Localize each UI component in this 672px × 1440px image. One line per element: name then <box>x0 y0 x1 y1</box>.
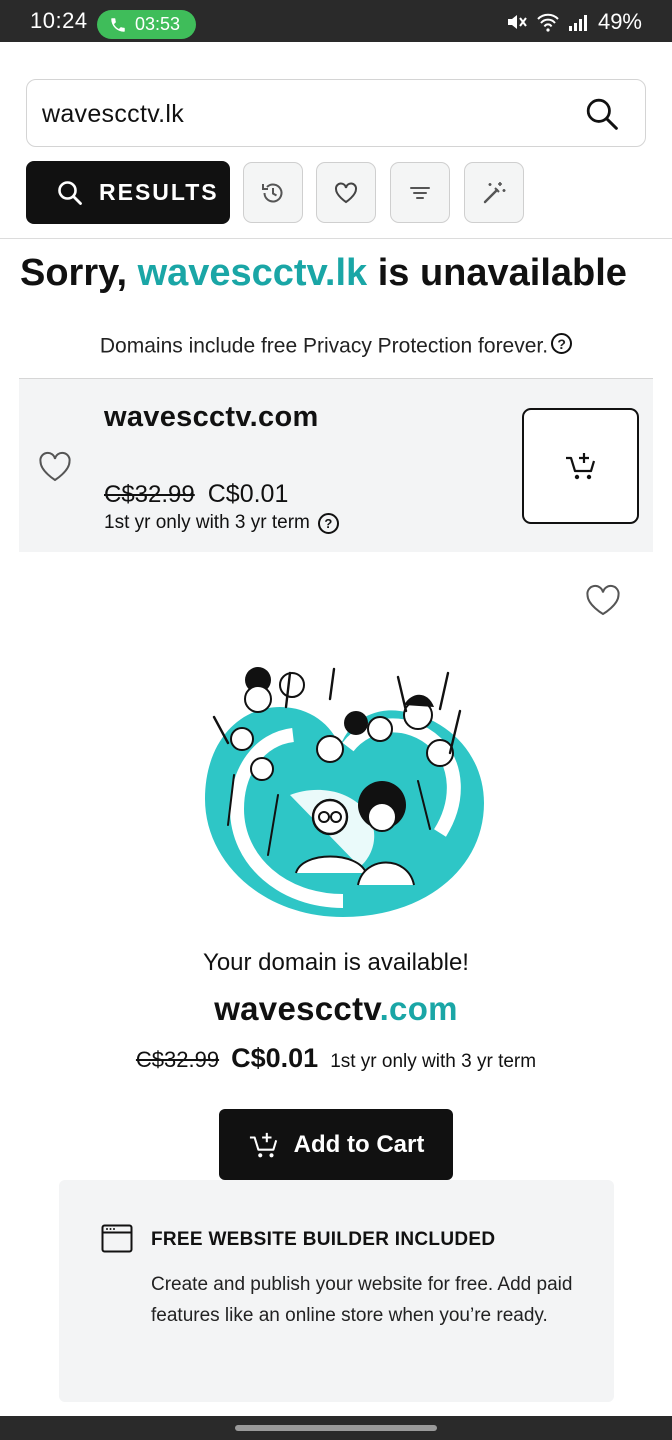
add-to-cart-button[interactable] <box>522 408 639 524</box>
promo-term: 1st yr only with 3 yr term <box>330 1051 537 1072</box>
signal-icon <box>568 15 587 31</box>
add-to-cart-button[interactable]: Add to Cart <box>219 1109 453 1180</box>
ai-suggest-button[interactable] <box>464 162 524 223</box>
ongoing-call-pill[interactable]: 03:53 <box>97 10 196 39</box>
builder-description: Create and publish your website for free… <box>151 1274 573 1326</box>
cart-plus-icon <box>249 1132 277 1157</box>
filter-button[interactable] <box>390 162 450 223</box>
history-button[interactable] <box>243 162 303 223</box>
result-old-price: C$32.99 <box>104 481 195 508</box>
promo-domain: wavescctv.com <box>0 990 672 1028</box>
add-to-cart-label: Add to Cart <box>293 1130 425 1158</box>
search-icon <box>58 180 82 205</box>
filter-icon <box>410 186 430 199</box>
cart-plus-icon <box>565 453 595 480</box>
promo-new-price: C$0.01 <box>231 1043 319 1073</box>
title-prefix: Sorry, <box>20 252 138 294</box>
header-divider <box>0 238 672 239</box>
availability-message: Your domain is available! <box>203 949 469 976</box>
browser-window-icon <box>101 1224 133 1253</box>
heart-icon[interactable] <box>38 451 72 483</box>
builder-title: FREE WEBSITE BUILDER INCLUDED <box>151 1229 496 1250</box>
search-value: wavescctv.lk <box>42 100 185 128</box>
privacy-note: Domains include free Privacy Protection … <box>0 333 672 359</box>
call-timer: 03:53 <box>135 14 181 34</box>
crowd-illustration <box>205 667 484 917</box>
search-input[interactable]: wavescctv.lk <box>26 79 646 147</box>
status-bar: 10:24 03:53 49% <box>0 0 672 42</box>
heart-icon <box>335 181 357 203</box>
page-title: Sorry, wavescctv.lk is unavailable <box>20 252 660 295</box>
navigation-bar <box>0 1416 672 1440</box>
heart-icon[interactable] <box>585 584 621 617</box>
search-icon[interactable] <box>585 97 619 131</box>
result-price: C$32.99 C$0.01 <box>104 480 288 509</box>
website-builder-panel: FREE WEBSITE BUILDER INCLUDED Create and… <box>59 1180 614 1402</box>
result-new-price: C$0.01 <box>207 480 289 508</box>
title-domain: wavescctv.lk <box>137 252 368 294</box>
promo-domain-name: wavescctv <box>214 990 380 1027</box>
result-domain[interactable]: wavescctv.com <box>104 401 319 434</box>
privacy-note-text: Domains include free Privacy Protection … <box>99 334 549 358</box>
wifi-icon <box>537 13 559 32</box>
battery-level: 49% <box>597 9 642 34</box>
promo-price: C$32.99 C$0.01 1st yr only with 3 yr ter… <box>0 1043 672 1074</box>
favorites-button[interactable] <box>316 162 376 223</box>
result-term: 1st yr only with 3 yr term ? <box>104 512 339 534</box>
promo-old-price: C$32.99 <box>135 1047 220 1072</box>
title-suffix: is unavailable <box>367 252 627 294</box>
history-icon <box>262 183 283 202</box>
result-term-text: 1st yr only with 3 yr term <box>104 512 310 533</box>
question-icon[interactable]: ? <box>317 512 339 534</box>
magic-wand-icon <box>483 181 506 203</box>
phone-icon <box>111 17 125 32</box>
results-label: RESULTS <box>99 179 219 205</box>
home-gesture-handle[interactable] <box>235 1425 437 1431</box>
mute-icon <box>507 15 527 29</box>
domain-result-card: wavescctv.com C$32.99 C$0.01 1st yr only… <box>19 378 653 552</box>
results-button[interactable]: RESULTS <box>26 161 230 224</box>
status-time: 10:24 <box>30 8 88 33</box>
question-icon[interactable]: ? <box>551 333 573 354</box>
promo-domain-tld: .com <box>379 990 458 1027</box>
